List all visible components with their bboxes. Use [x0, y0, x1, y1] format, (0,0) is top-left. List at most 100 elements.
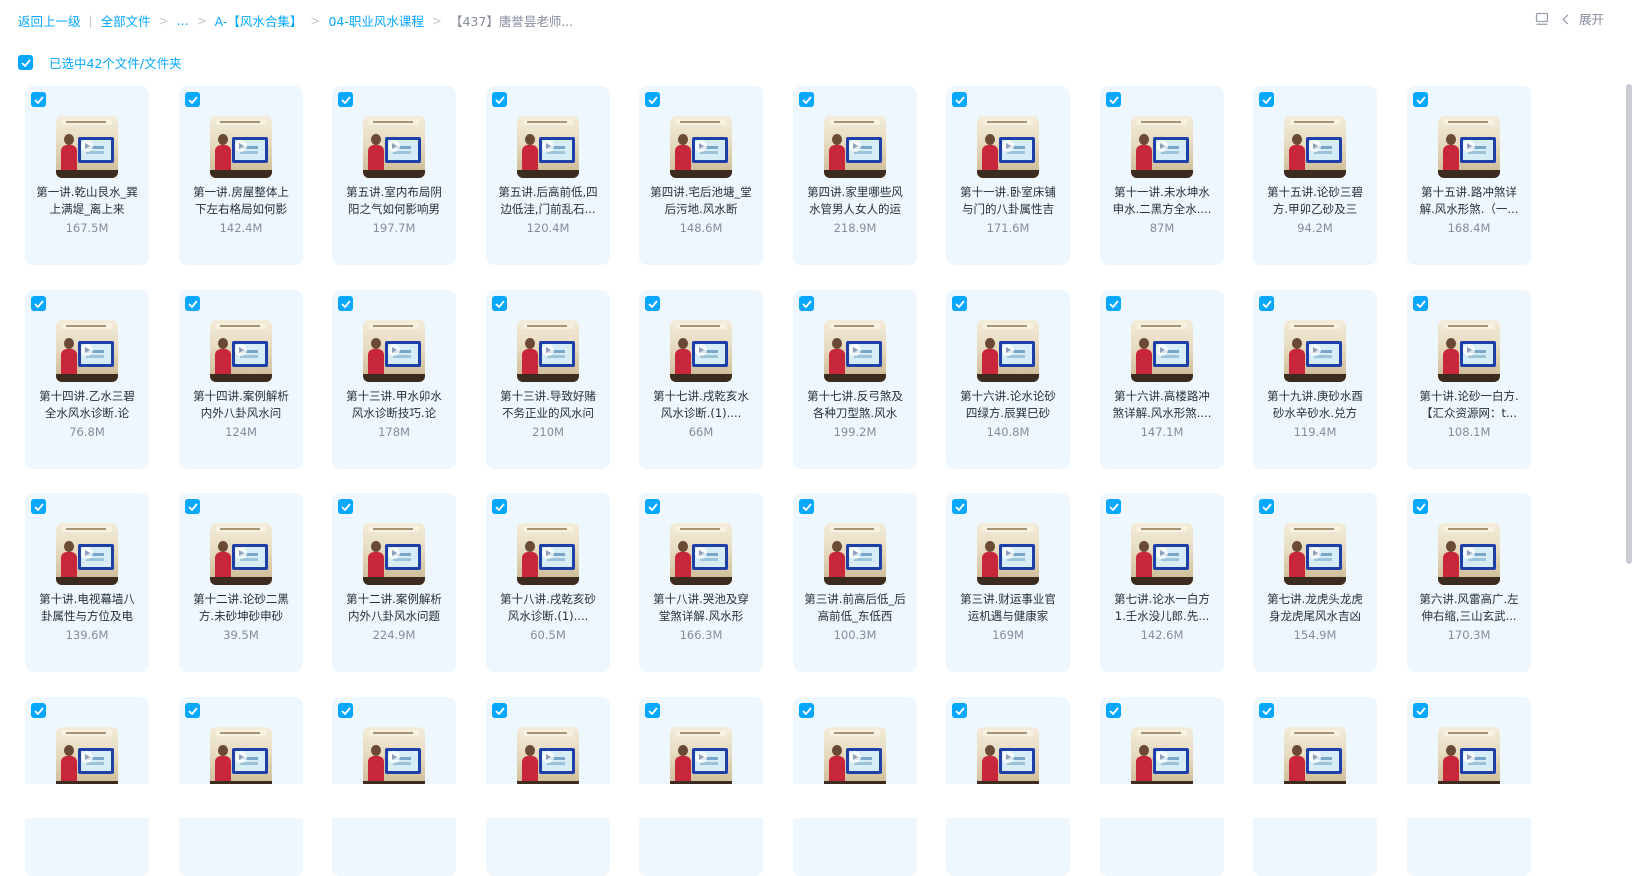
- video-thumbnail[interactable]: [517, 727, 579, 789]
- file-card[interactable]: 第一讲.乾山艮水_巽上满堤_离上来 167.5M: [25, 86, 149, 265]
- file-name[interactable]: 第十八讲.哭池及穿堂煞详解.风水形: [649, 591, 753, 625]
- file-checkbox[interactable]: [952, 703, 967, 718]
- file-checkbox[interactable]: [492, 296, 507, 311]
- file-card[interactable]: 第七讲.龙虎头龙虎身龙虎尾风水吉凶 154.9M: [1253, 493, 1377, 672]
- file-card[interactable]: 第四讲.宅后池塘_堂后污地.风水断 148.6M: [639, 86, 763, 265]
- video-thumbnail[interactable]: [670, 523, 732, 585]
- list-view-icon[interactable]: [1534, 10, 1550, 28]
- video-thumbnail[interactable]: [977, 116, 1039, 178]
- file-name[interactable]: 第十三讲.导致好赌不务正业的风水问: [496, 388, 600, 422]
- file-checkbox[interactable]: [185, 296, 200, 311]
- file-name[interactable]: 第十五讲.论砂三碧方.甲卯乙砂及三: [1263, 184, 1367, 218]
- video-thumbnail[interactable]: [56, 320, 118, 382]
- file-name[interactable]: 第十九讲.庚砂水酉砂水辛砂水.兑方: [1263, 388, 1367, 422]
- breadcrumb-all-files[interactable]: 全部文件: [101, 11, 151, 30]
- breadcrumb-ellipsis[interactable]: ...: [177, 13, 189, 28]
- file-card[interactable]: 第十四讲.案例解析内外八卦风水问 124M: [179, 290, 303, 469]
- video-thumbnail[interactable]: [56, 116, 118, 178]
- video-thumbnail[interactable]: [1131, 320, 1193, 382]
- file-name[interactable]: 第十讲.电视幕墙八卦属性与方位及电: [35, 591, 139, 625]
- file-card[interactable]: 第五讲.后高前低,四边低洼,门前乱石... 120.4M: [486, 86, 610, 265]
- file-name[interactable]: 第四讲.宅后池塘_堂后污地.风水断: [649, 184, 753, 218]
- file-checkbox[interactable]: [1413, 703, 1428, 718]
- video-thumbnail[interactable]: [824, 116, 886, 178]
- file-name[interactable]: 第三讲.前高后低_后高前低_东低西: [803, 591, 907, 625]
- file-card[interactable]: 第十五讲.论砂三碧方.甲卯乙砂及三 94.2M: [1253, 86, 1377, 265]
- video-thumbnail[interactable]: [1438, 523, 1500, 585]
- file-checkbox[interactable]: [952, 296, 967, 311]
- video-thumbnail[interactable]: [1284, 727, 1346, 789]
- file-checkbox[interactable]: [952, 92, 967, 107]
- file-card[interactable]: 第三讲.前高后低_后高前低_东低西 100.3M: [793, 493, 917, 672]
- file-checkbox[interactable]: [1413, 92, 1428, 107]
- file-name[interactable]: 第十四讲.乙水三碧全水风水诊断.论: [35, 388, 139, 422]
- video-thumbnail[interactable]: [1284, 523, 1346, 585]
- select-all-checkbox[interactable]: [18, 55, 33, 70]
- video-thumbnail[interactable]: [824, 523, 886, 585]
- file-name[interactable]: 第五讲.后高前低,四边低洼,门前乱石...: [496, 184, 600, 218]
- file-card[interactable]: 第十七讲.反弓煞及各种刀型煞.风水 199.2M: [793, 290, 917, 469]
- video-thumbnail[interactable]: [670, 116, 732, 178]
- video-thumbnail[interactable]: [977, 523, 1039, 585]
- file-name[interactable]: 第一讲.乾山艮水_巽上满堤_离上来: [35, 184, 139, 218]
- file-checkbox[interactable]: [338, 499, 353, 514]
- file-checkbox[interactable]: [185, 92, 200, 107]
- file-name[interactable]: 第十三讲.甲水卯水风水诊断技巧.论: [342, 388, 446, 422]
- video-thumbnail[interactable]: [363, 523, 425, 585]
- file-name[interactable]: 第三讲.财运事业官运机遇与健康家: [956, 591, 1060, 625]
- file-checkbox[interactable]: [799, 92, 814, 107]
- file-name[interactable]: 第十六讲.论水论砂四绿方.辰巽巳砂: [956, 388, 1060, 422]
- file-checkbox[interactable]: [492, 499, 507, 514]
- file-name[interactable]: 第十七讲.戌乾亥水风水诊断.(1)....: [649, 388, 753, 422]
- file-name[interactable]: 第十八讲.戌乾亥砂风水诊断.(1)....: [496, 591, 600, 625]
- video-thumbnail[interactable]: [363, 116, 425, 178]
- file-checkbox[interactable]: [645, 92, 660, 107]
- file-checkbox[interactable]: [1259, 499, 1274, 514]
- file-name[interactable]: 第十二讲.论砂二黑方.未砂坤砂申砂: [189, 591, 293, 625]
- file-checkbox[interactable]: [338, 296, 353, 311]
- video-thumbnail[interactable]: [824, 727, 886, 789]
- file-card[interactable]: 第十四讲.乙水三碧全水风水诊断.论 76.8M: [25, 290, 149, 469]
- file-card[interactable]: 第六讲.风雷高广.左伸右缩,三山玄武... 170.3M: [1407, 493, 1531, 672]
- breadcrumb-level2[interactable]: 04-职业风水课程: [328, 11, 423, 30]
- file-checkbox[interactable]: [338, 92, 353, 107]
- file-card[interactable]: 第十八讲.戌乾亥砂风水诊断.(1).... 60.5M: [486, 493, 610, 672]
- video-thumbnail[interactable]: [1438, 320, 1500, 382]
- file-card[interactable]: 第十一讲.未水坤水申水.二黑方全水.... 87M: [1100, 86, 1224, 265]
- video-thumbnail[interactable]: [977, 727, 1039, 789]
- breadcrumb-level1[interactable]: A-【风水合集】: [215, 11, 303, 30]
- file-card[interactable]: 第四讲.家里哪些风水管男人女人的运 218.9M: [793, 86, 917, 265]
- file-card[interactable]: 第十三讲.导致好赌不务正业的风水问 210M: [486, 290, 610, 469]
- file-card[interactable]: 第十七讲.戌乾亥水风水诊断.(1).... 66M: [639, 290, 763, 469]
- scrollbar[interactable]: [1626, 84, 1632, 564]
- file-card[interactable]: 第十八讲.哭池及穿堂煞详解.风水形 166.3M: [639, 493, 763, 672]
- file-checkbox[interactable]: [31, 92, 46, 107]
- file-name[interactable]: 第十四讲.案例解析内外八卦风水问: [189, 388, 293, 422]
- video-thumbnail[interactable]: [210, 116, 272, 178]
- file-card[interactable]: 第十三讲.甲水卯水风水诊断技巧.论 178M: [332, 290, 456, 469]
- file-checkbox[interactable]: [645, 499, 660, 514]
- file-checkbox[interactable]: [1106, 703, 1121, 718]
- file-card[interactable]: 第一讲.房屋整体上下左右格局如何影 142.4M: [179, 86, 303, 265]
- file-name[interactable]: 第五讲.室内布局阴阳之气如何影响男: [342, 184, 446, 218]
- file-checkbox[interactable]: [31, 296, 46, 311]
- video-thumbnail[interactable]: [56, 523, 118, 585]
- file-checkbox[interactable]: [492, 92, 507, 107]
- file-checkbox[interactable]: [645, 703, 660, 718]
- video-thumbnail[interactable]: [1438, 727, 1500, 789]
- file-checkbox[interactable]: [1106, 92, 1121, 107]
- video-thumbnail[interactable]: [824, 320, 886, 382]
- video-thumbnail[interactable]: [1131, 523, 1193, 585]
- file-name[interactable]: 第十讲.论砂一白方.【汇众资源网：t...: [1417, 388, 1521, 422]
- video-thumbnail[interactable]: [670, 727, 732, 789]
- file-checkbox[interactable]: [799, 703, 814, 718]
- video-thumbnail[interactable]: [363, 320, 425, 382]
- file-card[interactable]: 第十五讲.路冲煞详解.风水形煞.（一... 168.4M: [1407, 86, 1531, 265]
- video-thumbnail[interactable]: [1131, 116, 1193, 178]
- file-name[interactable]: 第七讲.论水一白方1.壬水没儿郎.先...: [1110, 591, 1214, 625]
- video-thumbnail[interactable]: [1131, 727, 1193, 789]
- file-card[interactable]: 第十一讲.卧室床铺与门的八卦属性吉 171.6M: [946, 86, 1070, 265]
- video-thumbnail[interactable]: [56, 727, 118, 789]
- file-card[interactable]: 第十二讲.案例解析内外八卦风水问题 224.9M: [332, 493, 456, 672]
- file-name[interactable]: 第六讲.风雷高广.左伸右缩,三山玄武...: [1417, 591, 1521, 625]
